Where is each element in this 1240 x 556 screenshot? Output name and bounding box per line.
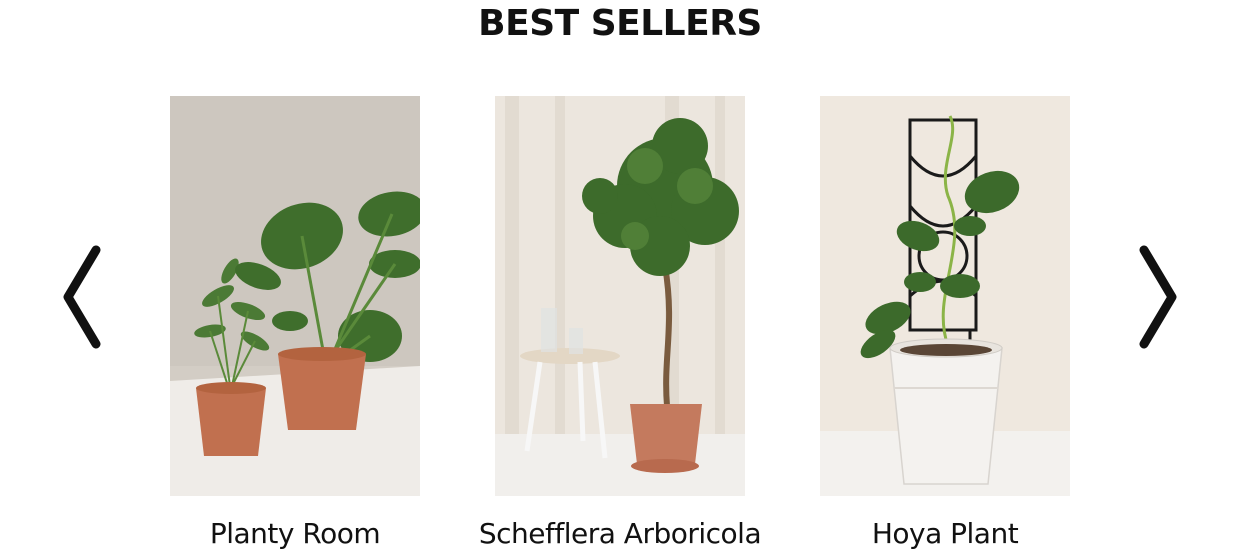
product-card[interactable]: Hoya Plant [820, 96, 1070, 550]
chevron-left-icon [63, 245, 101, 349]
product-card[interactable]: Planty Room [170, 96, 420, 550]
section-title: BEST SELLERS [478, 3, 762, 44]
chevron-right-icon [1139, 245, 1177, 349]
product-name[interactable]: Schefflera Arboricola [435, 516, 805, 552]
product-image[interactable] [820, 96, 1070, 496]
product-image[interactable] [170, 96, 420, 496]
carousel-prev-button[interactable] [60, 244, 104, 350]
product-name[interactable]: Planty Room [110, 516, 480, 552]
product-name[interactable]: Hoya Plant [760, 516, 1130, 552]
product-image[interactable] [495, 96, 745, 496]
product-card[interactable]: Schefflera Arboricola [479, 96, 762, 550]
carousel-next-button[interactable] [1136, 244, 1180, 350]
